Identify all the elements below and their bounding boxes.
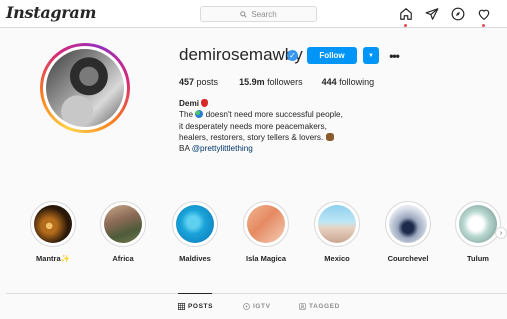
highlight-cover [247,205,285,243]
followers-count: 15.9m [239,77,265,87]
profile-avatar-frame [43,46,127,130]
tab-tagged-label: TAGGED [309,303,340,310]
bio-line-2: it desperately needs more peacemakers, [179,121,327,131]
sparkle-emoji-icon: ✨ [60,254,70,263]
posts-label: posts [196,77,219,87]
top-navigation-bar: Instagram Search [0,0,507,28]
highlight-isla-magica[interactable]: Isla Magica [236,201,296,263]
highlight-mantra[interactable]: Mantra✨ [23,201,83,263]
highlight-ring [314,201,360,247]
profile-bio: Demi The doesn't need more successful pe… [179,98,343,154]
highlight-ring [100,201,146,247]
profile-avatar-story-ring[interactable] [40,43,130,133]
instagram-profile-page: Instagram Search demirosemawby ✓ Follow … [0,0,507,319]
bio-line-3: healers, restorers, story tellers & love… [179,132,343,143]
highlight-ring [172,201,218,247]
nav-icons [398,6,491,27]
bio-name-line: Demi [179,98,343,109]
chevron-right-icon: › [499,229,503,237]
bio-line-3-text: healers, restorers, story tellers & love… [179,132,324,142]
highlight-label: Mexico [324,254,350,263]
highlight-label: Mantra✨ [36,254,70,263]
highlight-cover [389,205,427,243]
more-options-icon: ••• [389,48,400,63]
highlight-label: Tulum [467,254,489,263]
activity-heart-icon[interactable] [476,6,491,27]
highlights-next-button[interactable]: › [495,227,507,239]
bear-emoji-icon [325,132,334,141]
profile-avatar [46,49,124,127]
bio-display-name: Demi [179,99,200,108]
highlight-cover [459,205,497,243]
bio-mention-link[interactable]: @prettylittlething [192,144,253,153]
highlight-ring [30,201,76,247]
followers-label: followers [267,77,303,87]
posts-stat: 457 posts [179,77,218,87]
highlight-ring [385,201,431,247]
highlight-label-text: Mantra [36,254,61,263]
highlight-cover [318,205,356,243]
highlight-africa[interactable]: Africa [93,201,153,263]
rose-emoji-icon [201,99,209,107]
suggested-accounts-dropdown-button[interactable]: ▼ [363,47,379,64]
highlight-label: Isla Magica [245,254,287,263]
explore-icon[interactable] [450,6,465,21]
more-options-button[interactable]: ••• [386,47,402,64]
bio-line-4: BA @prettylittlething [179,143,343,154]
direct-icon[interactable] [424,6,439,21]
instagram-logo[interactable]: Instagram [6,3,96,22]
highlight-label: Maldives [179,254,211,263]
active-tab-indicator [178,293,212,294]
tab-posts-label: POSTS [188,303,214,310]
profile-stats: 457 posts 15.9m followers 444 following [179,77,374,87]
bio-line-1: The doesn't need more successful people, [179,110,343,120]
highlight-cover [104,205,142,243]
tabs-divider [6,293,507,294]
highlight-mexico[interactable]: Mexico [307,201,367,263]
highlight-cover [176,205,214,243]
following-label: following [339,77,375,87]
highlight-label: Africa [112,254,134,263]
highlight-courchevel[interactable]: Courchevel [378,201,438,263]
search-input[interactable]: Search [200,6,317,22]
tagged-icon [299,303,306,310]
highlight-maldives[interactable]: Maldives [165,201,225,263]
followers-stat[interactable]: 15.9m followers [239,77,303,87]
search-icon [240,10,247,18]
igtv-icon [243,303,250,310]
highlight-label: Courchevel [387,254,429,263]
follow-button[interactable]: Follow [307,47,357,64]
tab-igtv-label: IGTV [253,303,271,310]
story-highlights: Mantra✨ Africa Maldives Isla Magica Mexi… [0,201,507,271]
activity-notification-dot [482,24,485,27]
grid-icon [178,303,185,310]
verified-badge-icon: ✓ [287,50,298,61]
home-notification-dot [404,24,407,27]
following-count: 444 [321,77,337,87]
following-stat[interactable]: 444 following [322,77,375,87]
home-icon[interactable] [398,6,413,27]
search-placeholder: Search [251,9,277,19]
tab-posts[interactable]: POSTS [178,303,213,310]
chevron-down-icon: ▼ [368,52,374,59]
bio-line-4-prefix: BA [179,144,192,154]
profile-username: demirosemawby [179,45,303,64]
posts-count: 457 [179,77,195,87]
highlight-cover [34,205,72,243]
tab-tagged[interactable]: TAGGED [299,303,340,310]
highlight-ring [243,201,289,247]
highlight-ring [455,201,501,247]
tab-igtv[interactable]: IGTV [243,303,271,310]
bio-line-1-text: doesn't need more successful people, [203,110,343,120]
